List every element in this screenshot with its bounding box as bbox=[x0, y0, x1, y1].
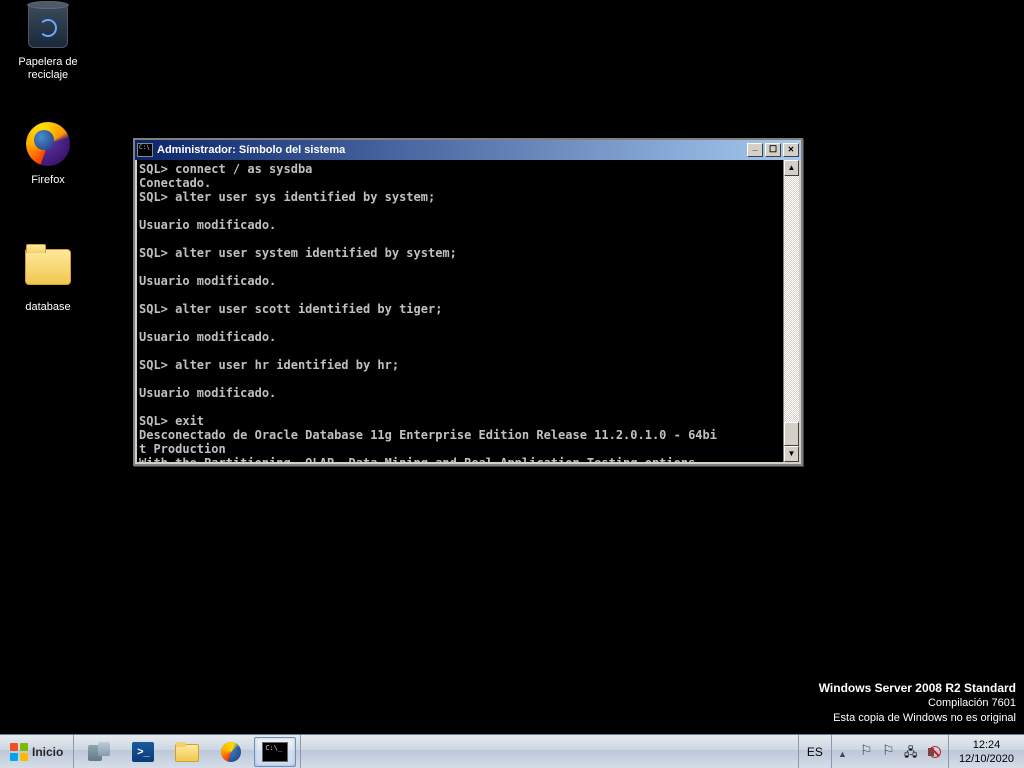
window-title: Administrador: Símbolo del sistema bbox=[157, 144, 747, 156]
scrollbar-vertical[interactable]: ▲ ▼ bbox=[783, 160, 799, 462]
recycle-bin-label: Papelera de reciclaje bbox=[8, 56, 88, 82]
watermark-genuine: Esta copia de Windows no es original bbox=[819, 711, 1016, 726]
start-button[interactable]: Inicio bbox=[0, 735, 74, 768]
taskbar-cmd[interactable] bbox=[254, 737, 296, 767]
watermark-build: Compilación 7601 bbox=[819, 696, 1016, 711]
desktop-icon-recycle-bin[interactable]: Papelera de reciclaje bbox=[8, 4, 88, 82]
maximize-button[interactable] bbox=[765, 143, 781, 157]
scroll-up-button[interactable]: ▲ bbox=[784, 160, 799, 176]
taskbar: Inicio ES 12:24 12/10/2020 bbox=[0, 734, 1024, 768]
watermark-edition: Windows Server 2008 R2 Standard bbox=[819, 681, 1016, 696]
taskbar-explorer[interactable] bbox=[166, 737, 208, 767]
system-tray bbox=[831, 735, 948, 768]
start-label: Inicio bbox=[32, 745, 63, 759]
terminal-output[interactable]: SQL> connect / as sysdba Conectado. SQL>… bbox=[137, 160, 783, 462]
minimize-button[interactable] bbox=[747, 143, 763, 157]
language-indicator[interactable]: ES bbox=[798, 735, 831, 768]
cmd-icon bbox=[262, 742, 288, 762]
tray-network-icon[interactable] bbox=[904, 744, 920, 760]
quick-launch bbox=[74, 735, 301, 768]
scroll-thumb[interactable] bbox=[784, 422, 799, 446]
desktop-icon-firefox[interactable]: Firefox bbox=[8, 122, 88, 187]
tray-action-center-icon[interactable] bbox=[860, 744, 876, 760]
folder-icon bbox=[24, 249, 72, 297]
windows-logo-icon bbox=[10, 743, 28, 761]
tray-show-hidden-icon[interactable] bbox=[838, 744, 854, 760]
clock-time: 12:24 bbox=[959, 738, 1014, 752]
tray-notification-icon[interactable] bbox=[882, 744, 898, 760]
desktop-icon-database[interactable]: database bbox=[8, 243, 88, 314]
taskbar-clock[interactable]: 12:24 12/10/2020 bbox=[948, 735, 1024, 768]
taskbar-server-manager[interactable] bbox=[78, 737, 120, 767]
firefox-label: Firefox bbox=[8, 174, 88, 187]
recycle-bin-icon bbox=[24, 4, 72, 52]
windows-watermark: Windows Server 2008 R2 Standard Compilac… bbox=[819, 681, 1016, 726]
firefox-icon bbox=[221, 742, 241, 762]
powershell-icon bbox=[132, 742, 154, 762]
command-prompt-window[interactable]: Administrador: Símbolo del sistema SQL> … bbox=[133, 138, 803, 466]
titlebar[interactable]: Administrador: Símbolo del sistema bbox=[135, 140, 801, 160]
close-button[interactable] bbox=[783, 143, 799, 157]
clock-date: 12/10/2020 bbox=[959, 752, 1014, 766]
taskbar-firefox[interactable] bbox=[210, 737, 252, 767]
taskbar-powershell[interactable] bbox=[122, 737, 164, 767]
desktop: Papelera de reciclaje Firefox database A… bbox=[0, 0, 1024, 768]
database-label: database bbox=[8, 301, 88, 314]
server-icon bbox=[88, 742, 110, 762]
explorer-icon bbox=[175, 742, 199, 762]
firefox-icon bbox=[24, 122, 72, 170]
scroll-down-button[interactable]: ▼ bbox=[784, 446, 799, 462]
cmd-icon bbox=[137, 143, 153, 157]
tray-volume-muted-icon[interactable] bbox=[926, 744, 942, 760]
